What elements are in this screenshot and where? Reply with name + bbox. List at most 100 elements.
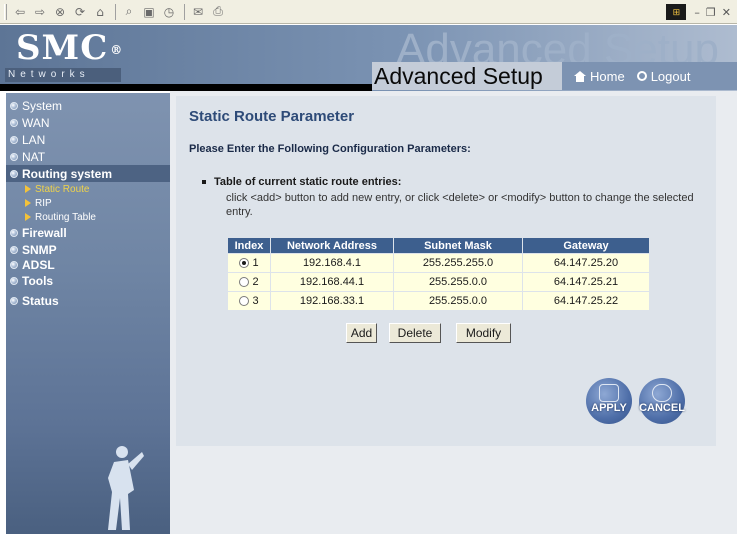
person-silhouette-image [108, 446, 144, 530]
column-header-gateway: Gateway [523, 238, 649, 253]
sidebar-item-label: System [22, 98, 63, 113]
row-select-radio[interactable] [239, 296, 250, 306]
table-row[interactable]: 2 192.168.44.1 255.255.0.0 64.147.25.21 [228, 273, 649, 291]
bullet-icon [10, 228, 18, 237]
index-cell: 3 [228, 292, 270, 310]
sidebar-item-lan[interactable]: LAN [6, 131, 170, 148]
bullet-icon [10, 296, 18, 305]
index-cell: 1 [228, 254, 270, 272]
sidebar-item-tools[interactable]: Tools [6, 272, 170, 289]
sidebar-subitem-label: Static Route [35, 183, 90, 195]
arrow-right-icon [25, 185, 31, 193]
toolbar-separator [184, 3, 185, 20]
gateway-cell: 64.147.25.20 [523, 254, 649, 272]
favorites-icon[interactable]: ▣ [140, 3, 158, 21]
bullet-icon [10, 101, 18, 110]
refresh-icon[interactable]: ⟳ [71, 3, 89, 21]
table-header-row: Index Network Address Subnet Mask Gatewa… [228, 238, 649, 253]
gateway-cell: 64.147.25.22 [523, 292, 649, 310]
print-icon[interactable]: ⎙ [209, 3, 227, 21]
smc-logo: SMC ® [16, 31, 123, 65]
sidebar-item-snmp[interactable]: SNMP [6, 241, 170, 258]
bullet-icon [10, 276, 18, 285]
minimize-icon[interactable]: – [694, 6, 700, 19]
toolbar-separator [115, 3, 116, 20]
column-header-subnet-mask: Subnet Mask [394, 238, 522, 253]
bullet-icon [10, 135, 18, 144]
sidebar-item-routing-system[interactable]: Routing system [6, 165, 170, 182]
banner-links: Home Logout [562, 62, 737, 90]
history-icon[interactable]: ◷ [160, 3, 178, 21]
network-address-cell: 192.168.33.1 [271, 292, 393, 310]
toolbar-grip [4, 3, 7, 20]
content-panel: Static Route Parameter Please Enter the … [176, 96, 716, 446]
logout-link[interactable]: Logout [636, 68, 691, 84]
bullet-icon [10, 261, 18, 269]
gateway-cell: 64.147.25.21 [523, 273, 649, 291]
bullet-icon [10, 169, 18, 178]
table-row[interactable]: 3 192.168.33.1 255.255.0.0 64.147.25.22 [228, 292, 649, 310]
subnet-mask-cell: 255.255.255.0 [394, 254, 522, 272]
network-address-cell: 192.168.4.1 [271, 254, 393, 272]
back-arrow-icon[interactable]: ⇦ [11, 3, 29, 21]
arrow-right-icon [25, 199, 31, 207]
header-banner: Advanced Setup SMC ® Networks Advanced Se… [0, 25, 737, 91]
delete-button[interactable]: Delete [389, 323, 441, 343]
sidebar-item-label: Firewall [22, 225, 67, 240]
bullet-icon [10, 152, 18, 161]
sidebar-item-label: Status [22, 293, 59, 308]
windows-flag-icon: ⊞ [666, 4, 687, 20]
sidebar-item-label: NAT [22, 149, 46, 164]
modify-button[interactable]: Modify [456, 323, 511, 343]
row-index: 1 [252, 257, 259, 269]
section-heading: Table of current static route entries: [202, 176, 401, 188]
apply-button-label: APPLY [591, 402, 627, 414]
stop-icon[interactable]: ⊗ [51, 3, 69, 21]
sidebar-item-system[interactable]: System [6, 97, 170, 114]
column-header-network-address: Network Address [271, 238, 393, 253]
row-select-radio[interactable] [239, 258, 250, 268]
brand-text: SMC [16, 28, 109, 68]
add-button[interactable]: Add [346, 323, 377, 343]
sidebar-item-firewall[interactable]: Firewall [6, 224, 170, 241]
sidebar-item-adsl[interactable]: ADSL [6, 258, 170, 272]
forward-arrow-icon[interactable]: ⇨ [31, 3, 49, 21]
network-address-cell: 192.168.44.1 [271, 273, 393, 291]
sidebar-item-label: Routing system [22, 166, 113, 181]
sidebar-item-label: LAN [22, 132, 46, 147]
mail-icon[interactable]: ✉ [189, 3, 207, 21]
row-index: 3 [252, 295, 259, 307]
search-icon[interactable]: ⌕ [120, 3, 138, 21]
sidebar-subitem-routing-table[interactable]: Routing Table [6, 210, 170, 224]
table-row[interactable]: 1 192.168.4.1 255.255.255.0 64.147.25.20 [228, 254, 649, 272]
row-index: 2 [252, 276, 259, 288]
static-route-table: Index Network Address Subnet Mask Gatewa… [227, 237, 650, 311]
sidebar-item-nat[interactable]: NAT [6, 148, 170, 165]
home-link[interactable]: Home [574, 69, 625, 84]
home-icon [574, 70, 586, 82]
row-select-radio[interactable] [239, 277, 250, 287]
sidebar-item-status[interactable]: Status [6, 292, 170, 309]
browser-toolbar: ⇦ ⇨ ⊗ ⟳ ⌂ ⌕ ▣ ◷ ✉ ⎙ ⊞ – ❐ ✕ [0, 0, 737, 24]
bullet-icon [202, 180, 206, 184]
sidebar-item-wan[interactable]: WAN [6, 114, 170, 131]
cancel-button[interactable]: CANCEL [639, 378, 685, 424]
restore-icon[interactable]: ❐ [706, 6, 716, 19]
subnet-mask-cell: 255.255.0.0 [394, 292, 522, 310]
banner-divider [0, 84, 372, 91]
brand-subtitle: Networks [5, 68, 121, 82]
section-description: click <add> button to add new entry, or … [226, 192, 694, 218]
column-header-index: Index [228, 238, 270, 253]
bullet-icon [10, 245, 18, 254]
sidebar-subitem-static-route[interactable]: Static Route [6, 182, 170, 196]
registered-mark: ® [110, 43, 124, 57]
page-title: Static Route Parameter [189, 108, 355, 125]
apply-button[interactable]: APPLY [586, 378, 632, 424]
apply-icon [599, 384, 619, 402]
cancel-icon [652, 384, 672, 402]
home-icon[interactable]: ⌂ [91, 3, 109, 21]
sidebar-subitem-rip[interactable]: RIP [6, 196, 170, 210]
close-icon[interactable]: ✕ [722, 6, 731, 19]
cancel-button-label: CANCEL [639, 402, 685, 414]
logout-link-label: Logout [650, 68, 691, 84]
